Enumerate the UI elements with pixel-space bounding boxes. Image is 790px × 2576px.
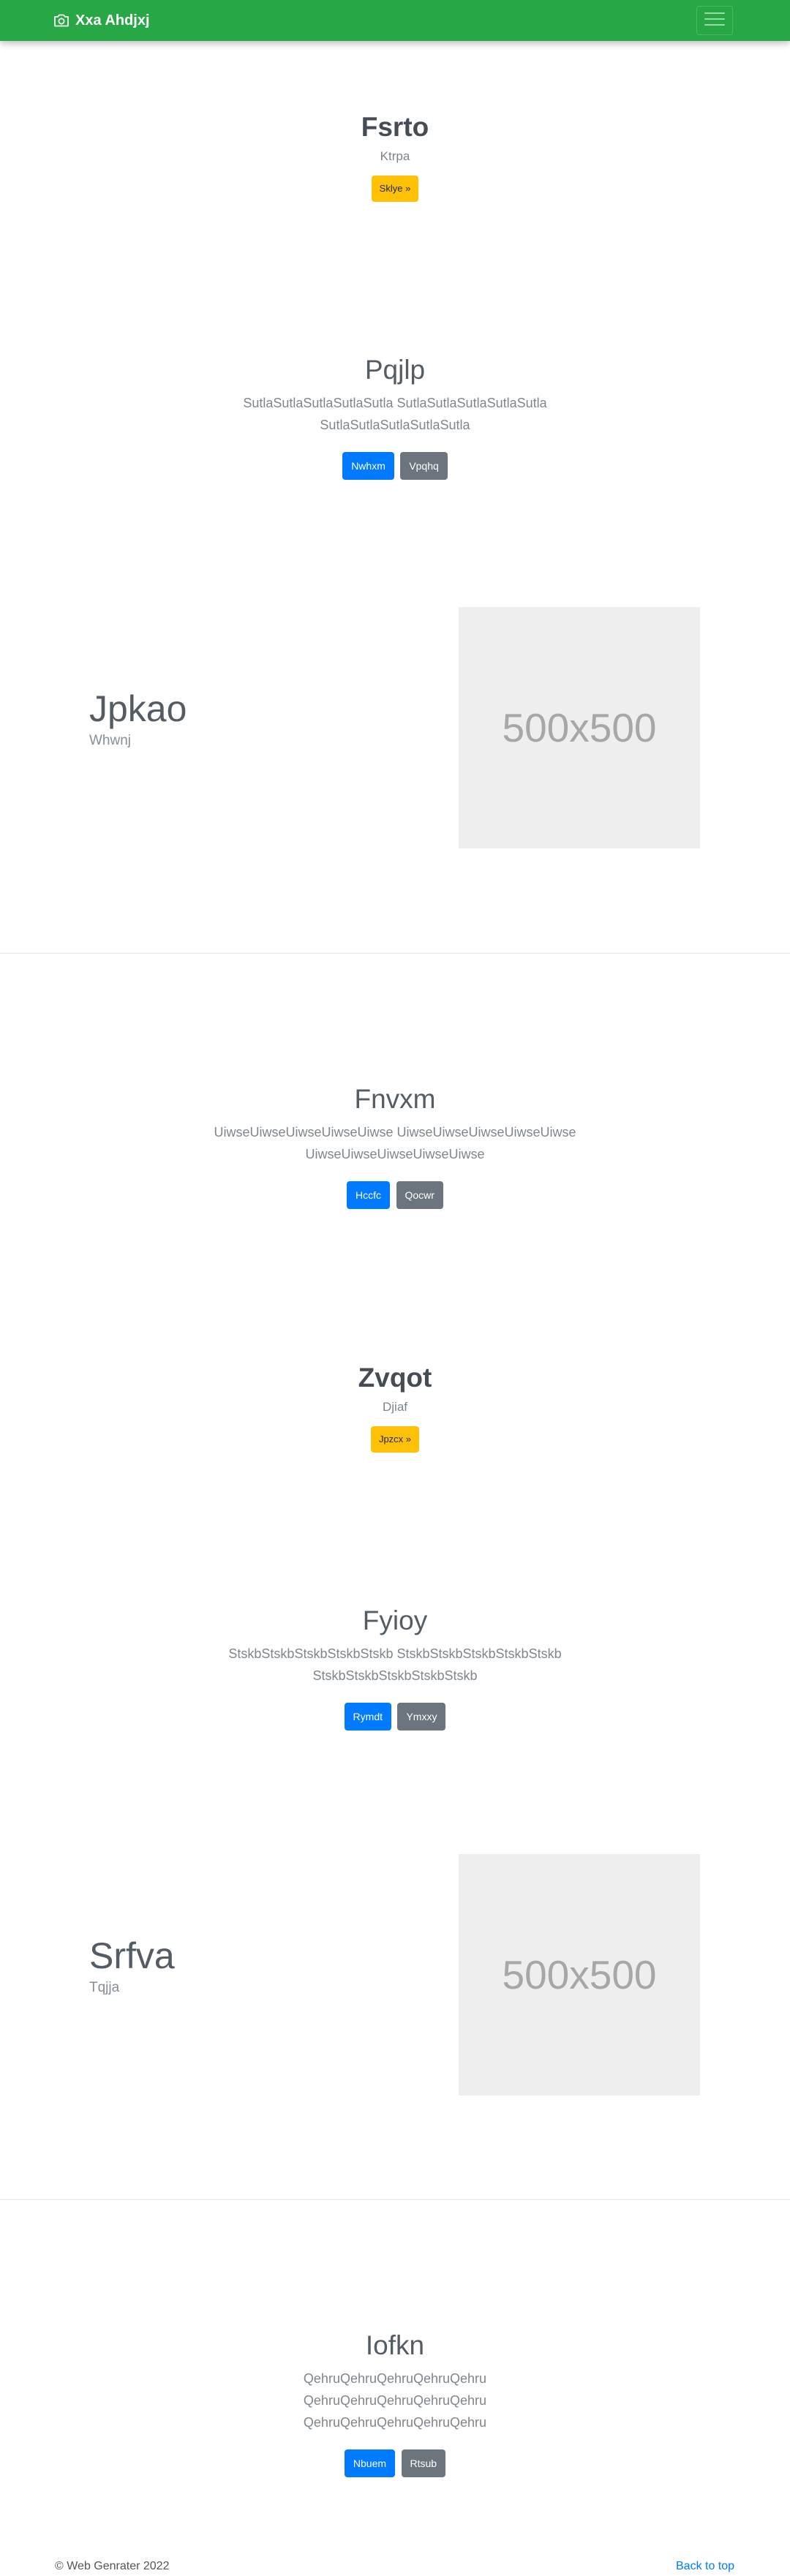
jumbotron-section-2: Fnvxm UiwseUiwseUiwseUiwseUiwse UiwseUiw… [0, 1083, 790, 1210]
section-text: StskbStskbStskbStskbStskb StskbStskbStsk… [0, 1643, 790, 1687]
placeholder-image: 500x500 [459, 607, 700, 848]
section-text-line: UiwseUiwseUiwseUiwseUiwse UiwseUiwseUiws… [214, 1125, 576, 1140]
feature-title: Jpkao [89, 688, 187, 729]
navbar: Xxa Ahdjxj [0, 0, 790, 41]
placeholder-image: 500x500 [459, 1854, 700, 2095]
navbar-brand[interactable]: Xxa Ahdjxj [53, 0, 150, 41]
jumbotron-section-4: Iofkn QehruQehruQehruQehruQehru QehruQeh… [0, 2330, 790, 2478]
section-text-line: SutlaSutlaSutlaSutlaSutla [320, 418, 470, 433]
section-text-line: StskbStskbStskbStskbStskb StskbStskbStsk… [228, 1646, 562, 1662]
primary-action-button[interactable]: Nbuem [344, 2449, 396, 2478]
primary-action-button[interactable]: Rymdt [344, 1703, 391, 1731]
hero-title: Zvqot [358, 1363, 432, 1393]
hero-title: Fsrto [361, 112, 429, 142]
section-text: QehruQehruQehruQehruQehru QehruQehruQehr… [0, 2368, 790, 2433]
feature-section-1: Jpkao Whwnj 500x500 [0, 607, 790, 848]
feature-subtitle: Tqjja [89, 1980, 120, 1995]
hero-cta-button[interactable]: Jpzcx » [370, 1426, 420, 1453]
secondary-action-button[interactable]: Rtsub [401, 2449, 446, 2478]
camera-icon [53, 14, 69, 27]
section-divider [0, 953, 790, 954]
jumbotron-section-3: Fyioy StskbStskbStskbStskbStskb StskbSts… [0, 1605, 790, 1731]
section-text-line: SutlaSutlaSutlaSutlaSutla SutlaSutlaSutl… [243, 396, 547, 411]
section-text: UiwseUiwseUiwseUiwseUiwse UiwseUiwseUiws… [0, 1121, 790, 1165]
primary-action-button[interactable]: Hccfc [347, 1181, 391, 1210]
brand-label: Xxa Ahdjxj [75, 12, 150, 29]
hamburger-menu-icon [704, 11, 725, 31]
back-to-top-link[interactable]: Back to top [676, 2560, 734, 2573]
secondary-action-button[interactable]: Qocwr [396, 1181, 443, 1210]
jumbotron-section-1: Pqjlp SutlaSutlaSutlaSutlaSutla SutlaSut… [0, 354, 790, 481]
hero-section-1: Fsrto Ktrpa Sklye » [0, 111, 790, 203]
feature-subtitle: Whwnj [89, 733, 132, 748]
section-divider [0, 2199, 790, 2200]
section-title: Iofkn [365, 2330, 425, 2360]
feature-section-2: Srfva Tqjja 500x500 [0, 1854, 790, 2095]
section-text-line: UiwseUiwseUiwseUiwseUiwse [305, 1147, 485, 1162]
section-text: SutlaSutlaSutlaSutlaSutla SutlaSutlaSutl… [0, 392, 790, 436]
secondary-action-button[interactable]: Vpqhq [400, 452, 448, 481]
section-text-line: StskbStskbStskbStskbStskb [312, 1668, 478, 1684]
section-text-line: QehruQehruQehruQehruQehru [303, 2393, 487, 2409]
hero-subtitle: Djiaf [382, 1400, 407, 1415]
navbar-toggler-button[interactable] [696, 6, 733, 35]
primary-action-button[interactable]: Nwhxm [342, 452, 394, 481]
section-text-line: QehruQehruQehruQehruQehru [303, 2371, 487, 2387]
section-text-line: QehruQehruQehruQehruQehru [303, 2415, 487, 2430]
hero-subtitle: Ktrpa [380, 149, 410, 164]
section-title: Pqjlp [364, 355, 426, 385]
footer-copyright: © Web Genrater 2022 [55, 2560, 170, 2572]
section-title: Fnvxm [354, 1084, 436, 1114]
section-title: Fyioy [362, 1605, 428, 1635]
secondary-action-button[interactable]: Ymxxy [397, 1703, 446, 1731]
hero-cta-button[interactable]: Sklye » [371, 176, 419, 203]
feature-title: Srfva [89, 1935, 175, 1976]
hero-section-2: Zvqot Djiaf Jpzcx » [0, 1362, 790, 1453]
